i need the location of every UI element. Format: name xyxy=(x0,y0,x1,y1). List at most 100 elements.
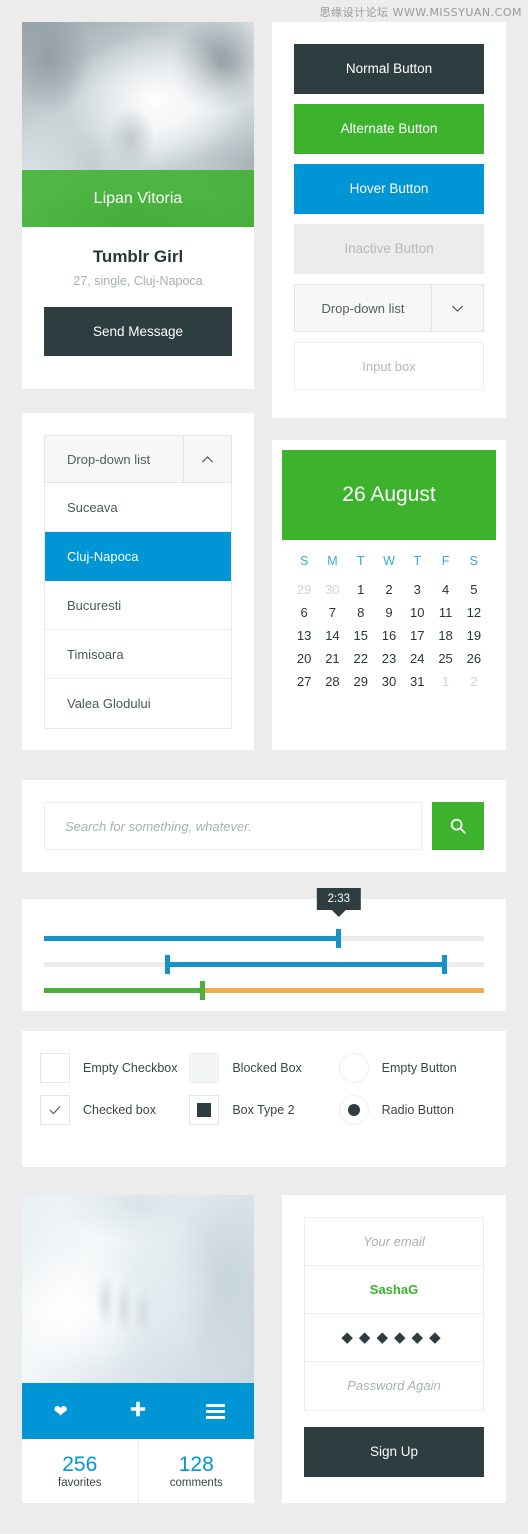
menu-icon xyxy=(205,1401,225,1422)
add-button[interactable] xyxy=(99,1383,176,1439)
slider-handle-start[interactable] xyxy=(164,955,170,974)
chevron-down-icon[interactable] xyxy=(431,285,483,331)
inactive-button: Inactive Button xyxy=(294,224,484,274)
calendar-day[interactable]: 20 xyxy=(290,651,318,666)
dropdown-open-card: Drop-down list Suceava Cluj-Napoca Bucur… xyxy=(22,413,254,750)
calendar-card: 26 August S M T W T F S 29 30 1 2 3 4 5 … xyxy=(272,440,506,750)
dropdown-option-selected[interactable]: Cluj-Napoca xyxy=(45,532,231,581)
checkbox-grid: Empty Checkbox Blocked Box Empty Button … xyxy=(40,1053,488,1125)
calendar-day[interactable]: 15 xyxy=(347,628,375,643)
calendar-weekday: T xyxy=(413,554,422,568)
search-card xyxy=(22,780,506,872)
calendar-weekday: M xyxy=(327,554,338,568)
checkbox-row-filled[interactable]: Box Type 2 xyxy=(189,1095,338,1125)
calendar-day[interactable]: 27 xyxy=(290,674,318,689)
radio-dot-glyph xyxy=(347,1104,360,1116)
dropdown-option[interactable]: Bucuresti xyxy=(45,581,231,630)
calendar-day[interactable]: 26 xyxy=(460,651,488,666)
calendar-day[interactable]: 28 xyxy=(318,674,346,689)
calendar-weekday: S xyxy=(299,554,309,568)
calendar-weekday: F xyxy=(441,554,450,568)
calendar-weekday: S xyxy=(469,554,479,568)
email-field[interactable] xyxy=(305,1218,483,1266)
watermark: 思缘设计论坛 WWW.MISSYUAN.COM xyxy=(319,6,522,19)
send-message-button[interactable]: Send Message xyxy=(44,307,232,356)
calendar-day[interactable]: 9 xyxy=(375,605,403,620)
photo-stats-row: 256 favorites 128 comments xyxy=(22,1439,254,1503)
checked-checkbox-icon[interactable] xyxy=(40,1095,70,1125)
dropdown-closed[interactable]: Drop-down list xyxy=(294,284,484,332)
calendar-day[interactable]: 22 xyxy=(347,651,375,666)
password-again-field[interactable] xyxy=(305,1362,483,1410)
calendar-day[interactable]: 21 xyxy=(318,651,346,666)
calendar-day[interactable]: 30 xyxy=(375,674,403,689)
calendar-day[interactable]: 6 xyxy=(290,605,318,620)
calendar-day[interactable]: 29 xyxy=(290,582,318,597)
filled-radio-icon[interactable] xyxy=(338,1095,369,1125)
filled-checkbox-icon[interactable] xyxy=(189,1095,220,1125)
empty-radio-icon[interactable] xyxy=(338,1053,369,1083)
chevron-up-icon[interactable] xyxy=(183,436,231,482)
checkbox-label: Box Type 2 xyxy=(232,1103,295,1117)
hover-button[interactable]: Hover Button xyxy=(294,164,484,214)
slider-progress[interactable] xyxy=(44,977,484,1003)
normal-button[interactable]: Normal Button xyxy=(294,44,484,94)
calendar-weekday: T xyxy=(356,554,365,568)
calendar-day[interactable]: 31 xyxy=(403,674,431,689)
slider-single[interactable]: 2:33 xyxy=(44,888,484,951)
calendar-day[interactable]: 2 xyxy=(460,674,488,689)
plus-icon xyxy=(129,1400,147,1423)
calendar-day[interactable]: 29 xyxy=(347,674,375,689)
username-field[interactable] xyxy=(305,1266,483,1314)
calendar-day[interactable]: 3 xyxy=(403,582,431,597)
calendar-day[interactable]: 1 xyxy=(347,582,375,597)
calendar-day[interactable]: 8 xyxy=(347,605,375,620)
search-icon xyxy=(450,818,466,834)
calendar-day[interactable]: 25 xyxy=(431,651,459,666)
sign-up-button[interactable]: Sign Up xyxy=(304,1427,484,1477)
calendar-day[interactable]: 4 xyxy=(431,582,459,597)
calendar-day[interactable]: 5 xyxy=(460,582,488,597)
favorite-button[interactable]: ❤ xyxy=(22,1383,99,1439)
calendar-day[interactable]: 23 xyxy=(375,651,403,666)
calendar-header: 26 August xyxy=(282,450,496,540)
slider-handle[interactable] xyxy=(336,929,342,948)
calendar-day[interactable]: 24 xyxy=(403,651,431,666)
search-button[interactable] xyxy=(432,802,484,850)
radio-row-empty[interactable]: Empty Button xyxy=(338,1053,488,1083)
calendar-day[interactable]: 14 xyxy=(318,628,346,643)
calendar-day[interactable]: 7 xyxy=(318,605,346,620)
calendar-day[interactable]: 16 xyxy=(375,628,403,643)
slider-fill xyxy=(44,936,339,941)
calendar-day[interactable]: 12 xyxy=(460,605,488,620)
dropdown-option-list: Suceava Cluj-Napoca Bucuresti Timisoara … xyxy=(44,483,232,729)
slider-range[interactable] xyxy=(44,951,484,977)
calendar-day[interactable]: 13 xyxy=(290,628,318,643)
alternate-button[interactable]: Alternate Button xyxy=(294,104,484,154)
radio-row-filled[interactable]: Radio Button xyxy=(338,1095,488,1125)
dropdown-open-header[interactable]: Drop-down list xyxy=(44,435,232,483)
checkbox-row-empty[interactable]: Empty Checkbox xyxy=(40,1053,189,1083)
calendar-day[interactable]: 19 xyxy=(460,628,488,643)
input-box[interactable] xyxy=(294,342,484,390)
calendar-day[interactable]: 11 xyxy=(431,605,459,620)
calendar-day[interactable]: 1 xyxy=(431,674,459,689)
stat-label: favorites xyxy=(58,1477,102,1490)
dropdown-option[interactable]: Suceava xyxy=(45,483,231,532)
calendar-day[interactable]: 18 xyxy=(431,628,459,643)
slider-handle-end[interactable] xyxy=(441,955,447,974)
menu-button[interactable] xyxy=(177,1383,254,1439)
calendar-day[interactable]: 17 xyxy=(403,628,431,643)
calendar-day[interactable]: 2 xyxy=(375,582,403,597)
empty-checkbox-icon[interactable] xyxy=(40,1053,70,1083)
slider-handle[interactable] xyxy=(199,981,205,1000)
search-input[interactable] xyxy=(44,802,422,850)
calendar-day[interactable]: 10 xyxy=(403,605,431,620)
password-field[interactable] xyxy=(305,1314,483,1362)
dropdown-option[interactable]: Timisoara xyxy=(45,630,231,679)
checkbox-card: Empty Checkbox Blocked Box Empty Button … xyxy=(22,1031,506,1167)
calendar-day[interactable]: 30 xyxy=(318,582,346,597)
checkbox-row-checked[interactable]: Checked box xyxy=(40,1095,189,1125)
profile-body: Tumblr Girl 27, single, Cluj-Napoca Send… xyxy=(22,227,254,378)
dropdown-option[interactable]: Valea Glodului xyxy=(45,679,231,728)
